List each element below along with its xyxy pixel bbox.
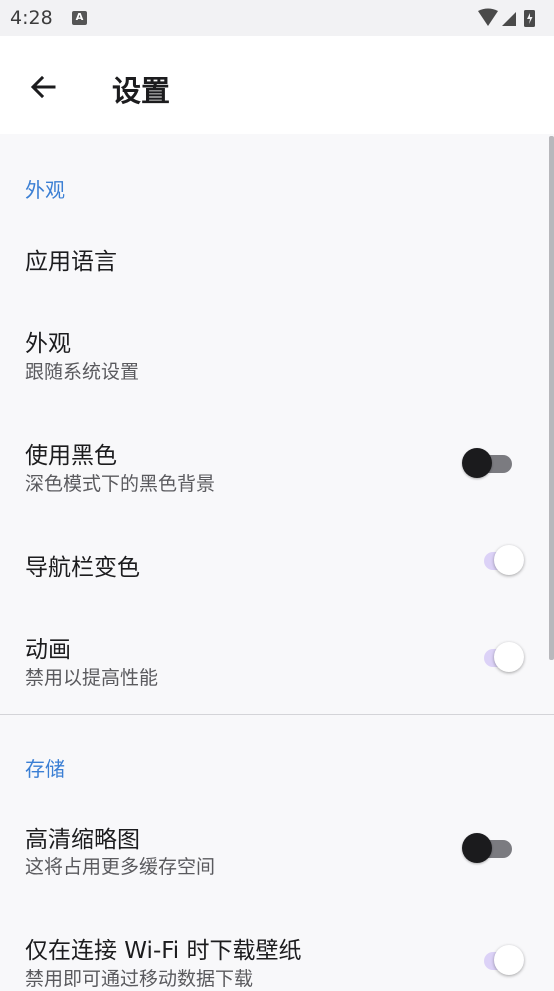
toggle-switch[interactable] [474, 543, 528, 577]
setting-subtitle: 禁用即可通过移动数据下载 [25, 968, 254, 990]
toggle-switch[interactable] [474, 640, 528, 674]
section-divider [0, 714, 554, 715]
status-icons [478, 8, 535, 27]
toggle-switch[interactable] [462, 831, 516, 865]
page-title: 设置 [112, 74, 171, 108]
setting-title: 动画 [25, 637, 71, 663]
toggle-switch[interactable] [474, 943, 528, 977]
app-bar: 设置 [0, 36, 554, 134]
toggle-switch[interactable] [462, 446, 516, 480]
section-header-appearance: 外观 [25, 178, 65, 202]
setting-title: 应用语言 [25, 249, 117, 275]
setting-subtitle: 这将占用更多缓存空间 [25, 856, 216, 878]
status-bar: 4:28 A [0, 0, 554, 36]
setting-subtitle: 跟随系统设置 [25, 361, 140, 383]
setting-title: 高清缩略图 [25, 827, 140, 853]
section-header-storage: 存储 [25, 757, 65, 781]
scrollbar[interactable] [549, 136, 554, 660]
setting-subtitle: 深色模式下的黑色背景 [25, 473, 216, 495]
wifi-icon [478, 8, 498, 26]
setting-title: 仅在连接 Wi-Fi 时下载壁纸 [25, 938, 302, 964]
notification-icon: A [72, 11, 87, 25]
signal-icon [502, 12, 516, 26]
status-time: 4:28 [10, 7, 53, 29]
setting-title: 导航栏变色 [25, 555, 140, 581]
back-arrow-icon[interactable] [27, 71, 59, 103]
setting-subtitle: 禁用以提高性能 [25, 667, 159, 689]
setting-title: 使用黑色 [25, 443, 117, 469]
setting-title: 外观 [25, 331, 71, 357]
